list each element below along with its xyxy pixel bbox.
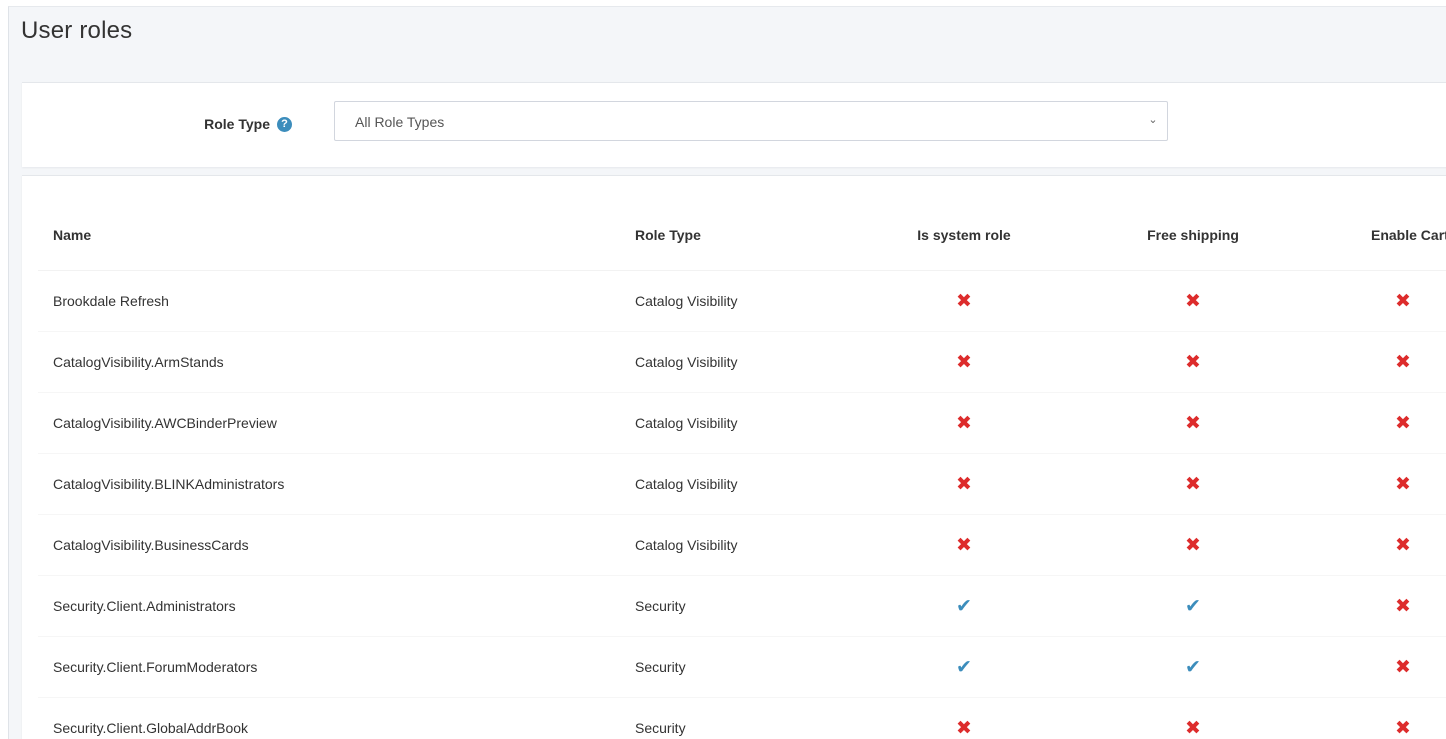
column-header-is-system-role[interactable]: Is system role [850,200,1078,271]
enable-cart-cell: ✖ [1308,331,1446,393]
roles-table: Name Role Type Is system role Free shipp… [38,200,1446,739]
column-header-role-type[interactable]: Role Type [620,200,850,271]
filter-card: Role Type ? All Role Types ⌄ [22,82,1446,167]
role-type-filter-label: Role Type ? [204,116,292,132]
table-row[interactable]: CatalogVisibility.ArmStands Catalog Visib… [38,331,1446,393]
roles-table-card: Name Role Type Is system role Free shipp… [22,175,1446,739]
cross-icon: ✖ [956,534,972,556]
role-type-cell: Catalog Visibility [620,453,850,515]
role-type-cell: Catalog Visibility [620,270,850,332]
check-icon: ✔ [956,656,972,678]
role-type-cell: Catalog Visibility [620,514,850,576]
cross-icon: ✖ [1395,534,1411,556]
question-circle-icon[interactable]: ? [277,116,292,132]
role-name-cell[interactable]: Brookdale Refresh [38,270,620,332]
role-name-cell[interactable]: CatalogVisibility.BLINKAdministrators [38,453,620,515]
column-header-free-shipping[interactable]: Free shipping [1078,200,1308,271]
page: User roles Role Type ? All Role Types ⌄ [0,0,1446,739]
is-system-role-cell: ✖ [850,453,1078,515]
cross-icon: ✖ [1185,351,1201,373]
cross-icon: ✖ [956,351,972,373]
roles-table-body: Brookdale Refresh Catalog Visibility ✖ ✖ ✖ Ca… [38,270,1446,739]
free-shipping-cell: ✖ [1078,514,1308,576]
enable-cart-cell: ✖ [1308,575,1446,637]
content-area: User roles Role Type ? All Role Types ⌄ [8,6,1446,739]
role-name-cell[interactable]: Security.Client.Administrators [38,575,620,637]
cross-icon: ✖ [1185,717,1201,739]
role-name-cell[interactable]: CatalogVisibility.AWCBinderPreview [38,392,620,454]
is-system-role-cell: ✖ [850,331,1078,393]
is-system-role-cell: ✖ [850,514,1078,576]
role-type-select[interactable]: All Role Types ⌄ [334,101,1168,141]
role-type-cell: Security [620,636,850,698]
free-shipping-cell: ✔ [1078,575,1308,637]
check-icon: ✔ [1185,656,1201,678]
role-name-cell[interactable]: CatalogVisibility.ArmStands [38,331,620,393]
role-name-cell[interactable]: Security.Client.GlobalAddrBook [38,697,620,739]
role-name-cell[interactable]: CatalogVisibility.BusinessCards [38,514,620,576]
table-row[interactable]: CatalogVisibility.AWCBinderPreview Catalo… [38,392,1446,454]
cross-icon: ✖ [1185,534,1201,556]
role-type-select-value: All Role Types [355,114,445,130]
table-row[interactable]: Brookdale Refresh Catalog Visibility ✖ ✖ ✖ [38,270,1446,332]
column-header-name[interactable]: Name [38,200,620,271]
cross-icon: ✖ [1395,473,1411,495]
check-icon: ✔ [956,595,972,617]
free-shipping-cell: ✖ [1078,331,1308,393]
enable-cart-cell: ✖ [1308,514,1446,576]
is-system-role-cell: ✔ [850,636,1078,698]
role-type-cell: Catalog Visibility [620,392,850,454]
enable-cart-cell: ✖ [1308,697,1446,739]
cross-icon: ✖ [1395,290,1411,312]
cross-icon: ✖ [1395,351,1411,373]
cross-icon: ✖ [956,473,972,495]
is-system-role-cell: ✔ [850,575,1078,637]
cross-icon: ✖ [1395,656,1411,678]
enable-cart-cell: ✖ [1308,453,1446,515]
cross-icon: ✖ [1185,412,1201,434]
free-shipping-cell: ✖ [1078,453,1308,515]
cross-icon: ✖ [1395,717,1411,739]
table-header-row: Name Role Type Is system role Free shipp… [38,200,1446,271]
table-row[interactable]: Security.Client.ForumModerators Security ✔… [38,636,1446,698]
cross-icon: ✖ [956,717,972,739]
role-name-cell[interactable]: Security.Client.ForumModerators [38,636,620,698]
free-shipping-cell: ✔ [1078,636,1308,698]
is-system-role-cell: ✖ [850,270,1078,332]
table-row[interactable]: Security.Client.Administrators Security ✔ ✔… [38,575,1446,637]
free-shipping-cell: ✖ [1078,270,1308,332]
enable-cart-cell: ✖ [1308,636,1446,698]
page-title: User roles [21,17,133,44]
cross-icon: ✖ [1395,412,1411,434]
enable-cart-cell: ✖ [1308,270,1446,332]
cross-icon: ✖ [1395,595,1411,617]
column-header-enable-cart[interactable]: Enable Cart [1308,200,1446,271]
cross-icon: ✖ [956,412,972,434]
role-type-cell: Security [620,575,850,637]
role-type-cell: Catalog Visibility [620,331,850,393]
is-system-role-cell: ✖ [850,392,1078,454]
enable-cart-cell: ✖ [1308,392,1446,454]
table-row[interactable]: CatalogVisibility.BusinessCards Catalog V… [38,514,1446,576]
table-row[interactable]: CatalogVisibility.BLINKAdministrators Cat… [38,453,1446,515]
table-row[interactable]: Security.Client.GlobalAddrBook Security ✖ ✖… [38,697,1446,739]
cross-icon: ✖ [1185,290,1201,312]
is-system-role-cell: ✖ [850,697,1078,739]
free-shipping-cell: ✖ [1078,697,1308,739]
chevron-down-icon: ⌄ [1148,114,1158,126]
check-icon: ✔ [1185,595,1201,617]
cross-icon: ✖ [956,290,972,312]
role-type-cell: Security [620,697,850,739]
free-shipping-cell: ✖ [1078,392,1308,454]
cross-icon: ✖ [1185,473,1201,495]
role-type-label-text: Role Type [204,116,270,132]
